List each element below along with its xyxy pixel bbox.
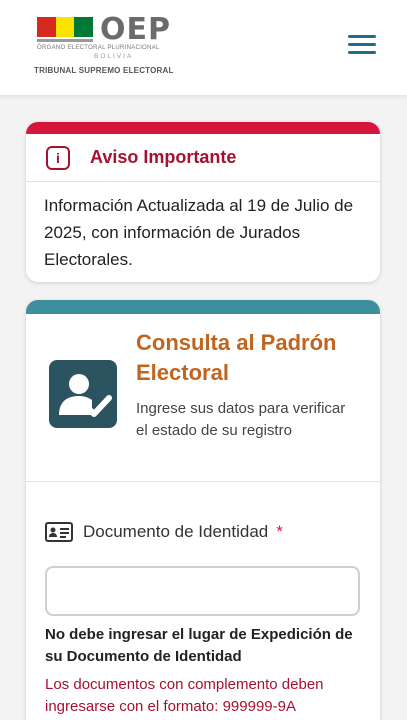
- hamburger-menu-icon[interactable]: [348, 35, 376, 57]
- notice-card: i Aviso Importante Información Actualiza…: [26, 122, 380, 282]
- consulta-card: Consulta al Padrón Electoral Ingrese sus…: [26, 300, 380, 720]
- user-check-icon: [49, 360, 117, 428]
- logo-organo: ÓRGANO ELECTORAL PLURINACIONAL: [37, 45, 160, 51]
- bolivia-flag-icon: [37, 17, 94, 37]
- id-field-label: Documento de Identidad *: [45, 522, 283, 542]
- id-document-input[interactable]: [45, 566, 360, 616]
- logo-divider: [37, 39, 93, 42]
- notice-body: Información Actualizada al 19 de Julio d…: [44, 196, 354, 269]
- consulta-title: Consulta al Padrón Electoral: [136, 330, 337, 385]
- notice-header: i Aviso Importante: [26, 134, 380, 182]
- required-mark: *: [276, 522, 283, 541]
- logo-text: OEP: [100, 12, 171, 47]
- id-field-label-text: Documento de Identidad: [83, 522, 269, 541]
- id-card-icon: [45, 522, 73, 542]
- expedition-note: No debe ingresar el lugar de Expedición …: [45, 626, 353, 665]
- oep-logo[interactable]: OEP ÓRGANO ELECTORAL PLURINACIONAL BOLIV…: [34, 12, 174, 78]
- notice-title: Aviso Importante: [90, 147, 237, 167]
- complement-format-note: Los documentos con complemento deben ing…: [45, 676, 324, 715]
- info-icon: i: [46, 145, 70, 170]
- app-header: OEP ÓRGANO ELECTORAL PLURINACIONAL BOLIV…: [0, 0, 407, 95]
- logo-tribunal: TRIBUNAL SUPREMO ELECTORAL: [34, 66, 174, 75]
- consulta-header: Consulta al Padrón Electoral Ingrese sus…: [26, 314, 380, 482]
- logo-country: BOLIVIA: [94, 53, 134, 60]
- consulta-description: Ingrese sus datos para verificar el esta…: [136, 400, 346, 439]
